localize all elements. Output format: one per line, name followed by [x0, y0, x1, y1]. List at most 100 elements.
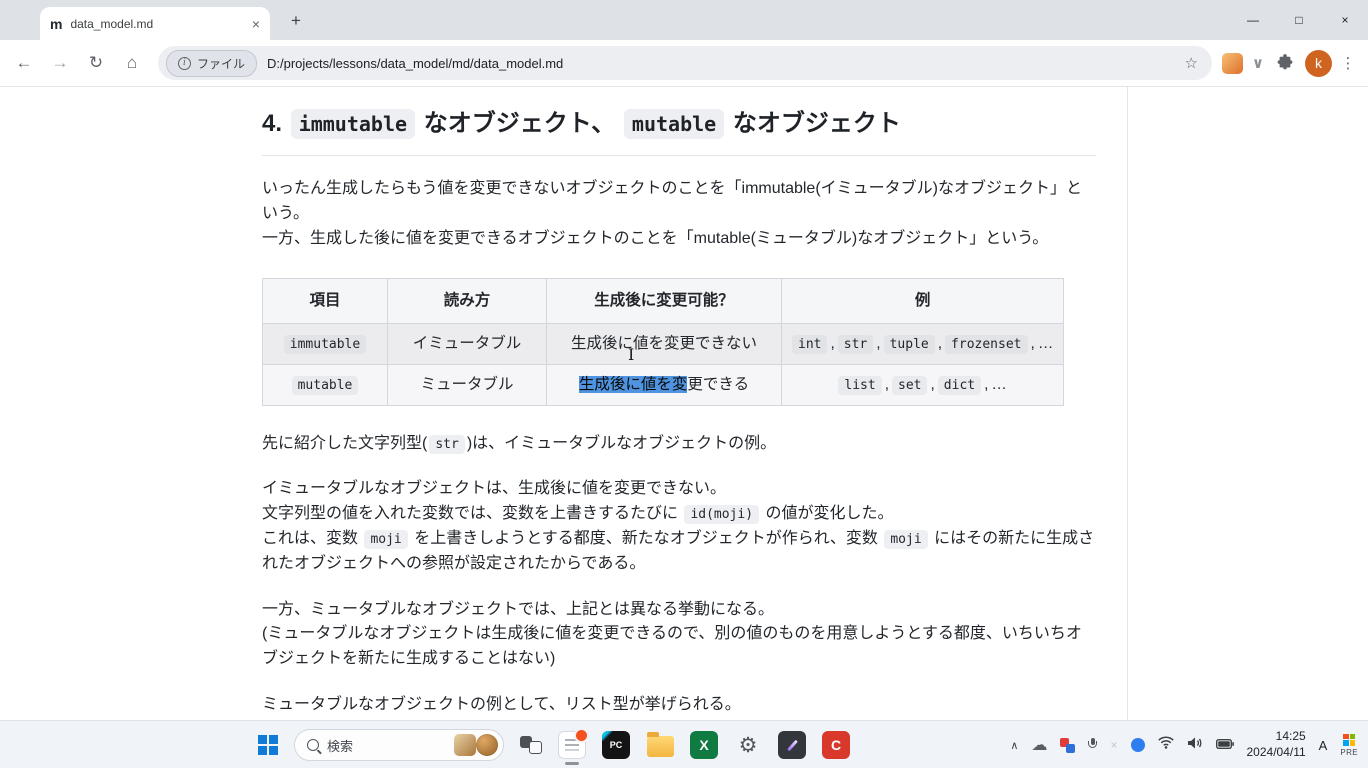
bookmark-star-icon[interactable]: ☆: [1185, 54, 1198, 72]
page-content: 4. immutable なオブジェクト、 mutable なオブジェクト いっ…: [0, 87, 1368, 720]
taskbar-search[interactable]: 検索: [294, 729, 504, 761]
home-button[interactable]: ⌂: [116, 47, 148, 79]
back-button[interactable]: ←: [8, 47, 40, 79]
cell-item: mutable: [263, 364, 388, 405]
tab-close-icon[interactable]: ×: [252, 16, 260, 32]
code-chip: set: [892, 376, 927, 395]
search-highlight-image[interactable]: [454, 734, 476, 756]
window-minimize-button[interactable]: —: [1230, 0, 1276, 40]
table-row-mutable: mutable ミュータブル 生成後に値を変更できる list,set,dict…: [263, 364, 1064, 405]
excel-app-button[interactable]: X: [690, 731, 718, 759]
markdown-app-button[interactable]: [558, 731, 586, 759]
paragraph-line: (ミュータブルなオブジェクトは生成後に値を変更できるので、別の値のものを用意しよ…: [262, 622, 1096, 672]
separator: ,: [1031, 335, 1035, 352]
paragraph-text: を上書きしようとする都度、新たなオブジェクトが作られ、変数: [410, 530, 883, 547]
paragraph-line: 一方、ミュータブルなオブジェクトでは、上記とは異なる挙動になる。: [262, 598, 1096, 623]
markdown-favicon-icon: m: [50, 17, 62, 31]
blue-status-icon[interactable]: [1131, 738, 1145, 752]
paragraph-text: の値が変化した。: [761, 505, 893, 522]
col-header-examples: 例: [782, 278, 1064, 323]
date-label: 2024/04/11: [1247, 745, 1306, 761]
code-chip: tuple: [884, 335, 935, 354]
explorer-app-button[interactable]: [646, 731, 674, 759]
extensions-puzzle-icon[interactable]: [1273, 54, 1297, 72]
search-icon: [307, 739, 319, 751]
info-icon: i: [178, 57, 191, 70]
paragraph-line: 文字列型の値を入れた変数では、変数を上書きするたびに id(moji) の値が変…: [262, 502, 1096, 527]
inline-code-id-moji: id(moji): [684, 505, 759, 524]
new-tab-button[interactable]: +: [284, 9, 308, 33]
pycharm-icon: PC: [610, 740, 623, 750]
ellipsis: …: [991, 376, 1007, 393]
cell-item: immutable: [263, 323, 388, 364]
cell-mutability: 生成後に値を変更できない: [547, 323, 782, 364]
gear-icon: ⚙: [739, 733, 758, 758]
url-scheme-chip[interactable]: i ファイル: [166, 50, 257, 77]
inline-code-str: str: [429, 435, 464, 454]
paragraph-line: ミュータブルなオブジェクトの例として、リスト型が挙げられる。: [262, 693, 1096, 718]
taskbar-clock[interactable]: 14:25 2024/04/11: [1247, 729, 1306, 760]
microphone-icon[interactable]: [1088, 738, 1097, 752]
str-example-paragraph: 先に紹介した文字列型(str)は、イミュータブルなオブジェクトの例。: [262, 432, 1096, 457]
code-chip: immutable: [284, 335, 366, 354]
paragraph-text: これは、変数: [262, 530, 362, 547]
pen-icon: [787, 739, 798, 751]
active-app-indicator: [565, 762, 579, 765]
profile-avatar[interactable]: k: [1305, 50, 1332, 77]
immutable-behavior-paragraph: イミュータブルなオブジェクトは、生成後に値を変更できない。 文字列型の値を入れた…: [262, 477, 1096, 576]
ime-indicator[interactable]: A: [1319, 738, 1328, 753]
tab-title: data_model.md: [70, 17, 243, 31]
pycharm-app-button[interactable]: PC: [602, 731, 630, 759]
cell-mutability: 生成後に値を変更できる: [547, 364, 782, 405]
col-header-mutability: 生成後に変更可能？: [547, 278, 782, 323]
preview-badge: PRE: [1340, 734, 1358, 757]
windows-taskbar: 検索 PC X ⚙: [0, 720, 1368, 768]
forward-button[interactable]: →: [44, 47, 76, 79]
system-tray: ∧ ☁ × 14:25 2024/04/11 A PRE: [1010, 721, 1358, 768]
browser-toolbar: ← → ↻ ⌂ i ファイル D:/projects/lessons/data_…: [0, 40, 1368, 87]
browser-menu-icon[interactable]: ⋮: [1336, 54, 1360, 72]
code-chip: str: [838, 335, 873, 354]
cast-disabled-icon[interactable]: ×: [1110, 738, 1117, 752]
start-button[interactable]: [258, 735, 278, 755]
heading-code-immutable: immutable: [291, 109, 415, 139]
cell-examples: list,set,dict,…: [782, 364, 1064, 405]
pen-app-button[interactable]: [778, 731, 806, 759]
table-header-row: 項目 読み方 生成後に変更可能？ 例: [263, 278, 1064, 323]
window-maximize-button[interactable]: □: [1276, 0, 1322, 40]
battery-icon[interactable]: [1216, 736, 1234, 754]
unselected-text: 更できる: [687, 376, 749, 393]
volume-icon[interactable]: [1187, 736, 1203, 755]
code-chip: frozenset: [945, 335, 1027, 354]
tray-app-icon[interactable]: [1060, 738, 1075, 753]
tray-chevron-up-icon[interactable]: ∧: [1010, 739, 1018, 752]
browser-tab[interactable]: m data_model.md ×: [40, 7, 270, 40]
search-label: 検索: [327, 736, 446, 755]
url-text: D:/projects/lessons/data_model/md/data_m…: [267, 56, 563, 71]
c-app-button[interactable]: C: [822, 731, 850, 759]
wifi-icon[interactable]: [1158, 736, 1174, 754]
address-bar[interactable]: i ファイル D:/projects/lessons/data_model/md…: [158, 46, 1212, 80]
reload-button[interactable]: ↻: [80, 47, 112, 79]
window-close-button[interactable]: ×: [1322, 0, 1368, 40]
task-view-button[interactable]: [520, 734, 542, 756]
mouse-text-cursor-icon: I: [628, 345, 634, 364]
windows-logo-icon: [1343, 734, 1355, 746]
inline-code-moji: moji: [364, 530, 407, 549]
search-reward-icon[interactable]: [476, 734, 498, 756]
extension-icon-orange[interactable]: [1222, 53, 1243, 74]
heading-text: 4.: [262, 110, 289, 137]
window-controls: — □ ×: [1230, 0, 1368, 40]
onedrive-cloud-icon[interactable]: ☁: [1031, 735, 1047, 755]
paragraph-line: イミュータブルなオブジェクトは、生成後に値を変更できない。: [262, 477, 1096, 502]
c-app-icon: C: [831, 737, 841, 753]
desktop-screen: m data_model.md × + — □ × ← → ↻ ⌂ i ファイル…: [0, 0, 1368, 768]
inline-code-moji: moji: [884, 530, 927, 549]
heading-text: なオブジェクト、: [417, 110, 622, 137]
paragraph-text: 文字列型の値を入れた変数では、変数を上書きするたびに: [262, 505, 682, 522]
extension-icon-v[interactable]: ∨: [1247, 54, 1269, 72]
separator: ,: [885, 376, 889, 393]
separator: ,: [938, 335, 942, 352]
settings-app-button[interactable]: ⚙: [734, 731, 762, 759]
ellipsis: …: [1038, 335, 1054, 352]
